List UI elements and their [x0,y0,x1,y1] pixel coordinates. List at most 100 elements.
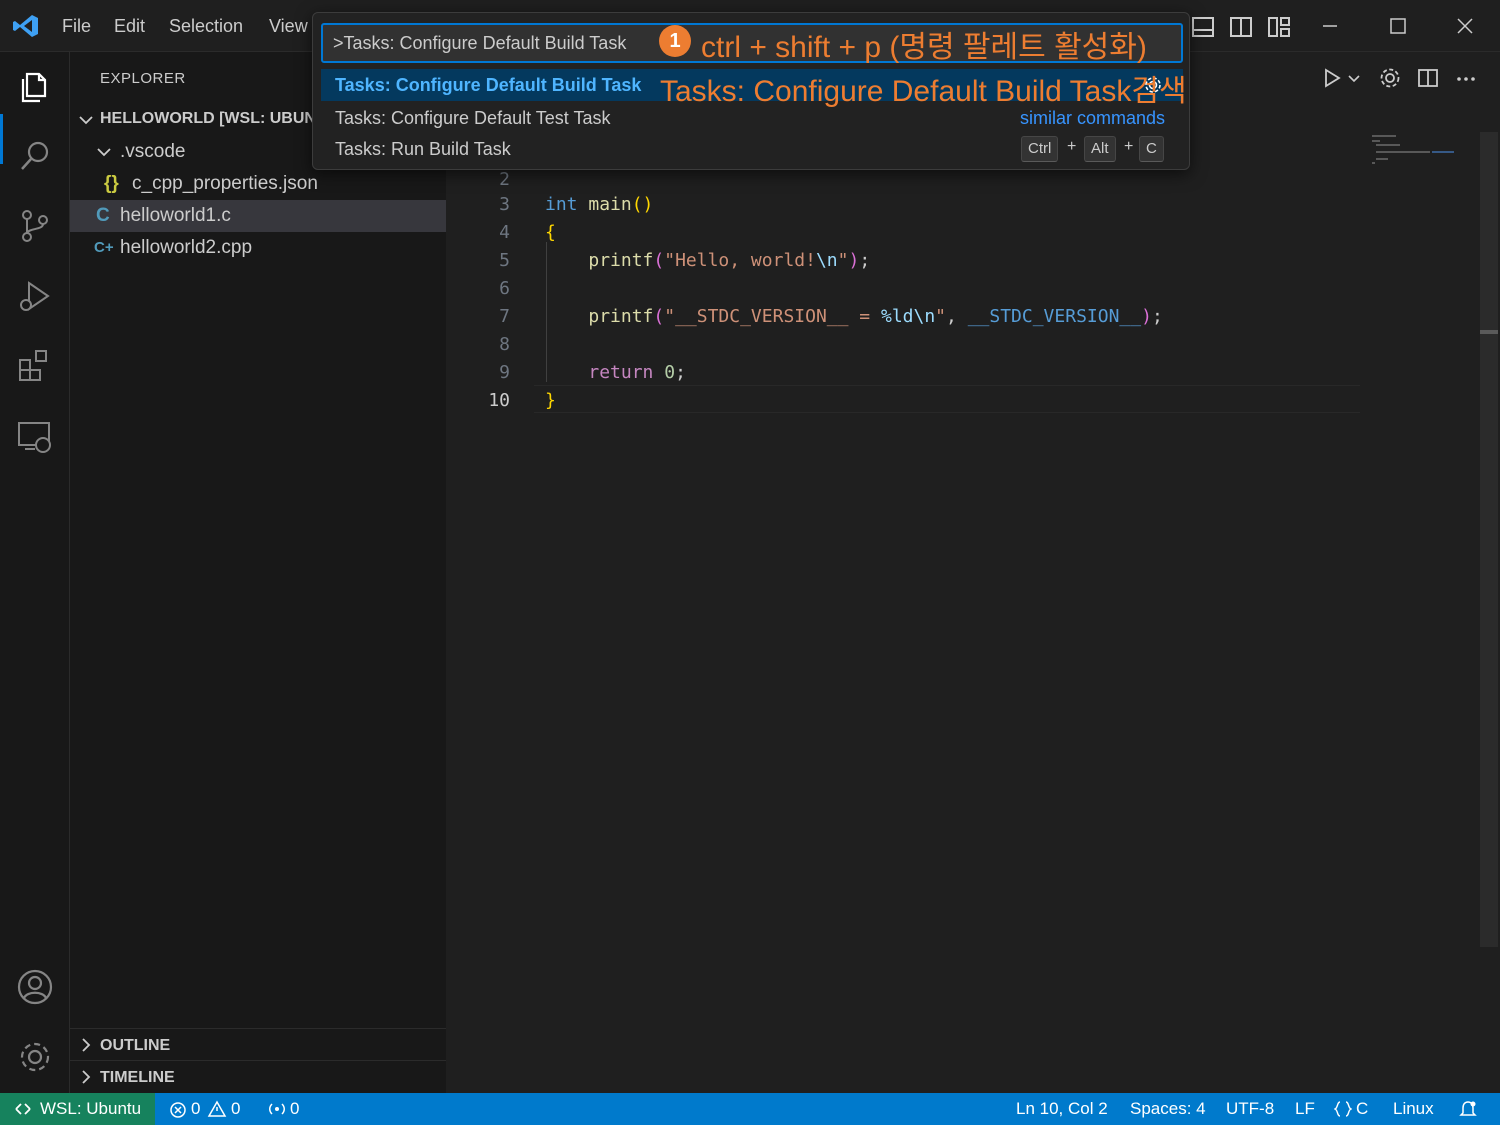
encoding[interactable]: UTF-8 [1226,1099,1274,1119]
palette-item-label: Tasks: Configure Default Test Task [335,108,611,128]
keybinding-plus: + [1067,138,1077,155]
code-line: 8 [446,331,1446,359]
keybinding-key: Alt [1084,136,1116,162]
indentation[interactable]: Spaces: 4 [1130,1099,1206,1119]
line-number: 3 [499,194,510,215]
remote-label: WSL: Ubuntu [40,1099,142,1118]
command-palette-input-text: >Tasks: Configure Default Build Task [333,33,627,53]
vscode-logo-icon [13,15,38,37]
menu-selection[interactable]: Selection [169,16,243,37]
end-of-line[interactable]: LF [1295,1099,1315,1119]
explorer-title: EXPLORER [100,70,186,87]
file-helloworld2-cpp[interactable]: C+ helloworld2.cpp [70,232,446,264]
error-icon [170,1102,186,1118]
minimize-icon[interactable] [1314,10,1346,42]
language-mode[interactable]: C [1334,1093,1374,1125]
manage-gear-icon[interactable] [15,1037,55,1077]
language-label: C [1356,1099,1369,1118]
line-number: 5 [499,250,510,271]
run-icon[interactable] [1320,66,1344,90]
explorer-sidebar: EXPLORER HELLOWORLD [WSL: UBUNTU] .vscod… [70,52,446,1093]
similar-commands-link[interactable]: similar commands [1020,108,1165,129]
remote-icon [15,1103,31,1115]
toggle-secondary-sidebar-icon[interactable] [1228,14,1254,40]
accounts-icon[interactable] [15,967,55,1007]
code-line: 2 [446,166,1446,194]
source-control-icon[interactable] [15,206,55,246]
broadcast-icon [269,1103,285,1115]
search-icon[interactable] [15,136,55,176]
chevron-down-icon [97,148,111,157]
customize-layout-icon[interactable] [1266,14,1292,40]
ports-indicator[interactable]: 0 [265,1093,305,1125]
remote-explorer-icon[interactable] [15,416,55,456]
warning-count: 0 [231,1099,241,1118]
outline-label: OUTLINE [100,1037,171,1054]
cpp-file-icon: C+ [94,239,114,256]
split-editor-icon[interactable] [1416,66,1440,90]
braces-icon [1334,1101,1352,1117]
status-bar: WSL: Ubuntu 0 0 0 Ln 10, Col 2 Spaces: 4… [0,1093,1500,1125]
annotation-step2: Tasks: Configure Default Build Task검색 [660,75,1187,108]
explorer-icon[interactable] [15,66,55,106]
file-c-cpp-properties[interactable]: {} c_cpp_properties.json [70,168,446,200]
timeline-label: TIMELINE [100,1069,175,1086]
chevron-down-icon[interactable] [1346,66,1362,90]
palette-item-label: Tasks: Run Build Task [335,139,511,159]
run-debug-icon[interactable] [15,276,55,316]
cursor-position[interactable]: Ln 10, Col 2 [1016,1099,1108,1119]
line-number: 10 [488,390,510,411]
problems-indicator[interactable]: 0 0 [167,1093,247,1125]
file-helloworld1-c[interactable]: C helloworld1.c [70,200,446,232]
menu-view[interactable]: View [269,16,308,37]
maximize-icon[interactable] [1382,10,1414,42]
code-line: 3 int main() [446,191,1446,219]
code-text: return 0; [588,362,686,383]
file-label: helloworld2.cpp [120,237,253,258]
palette-item-label: Tasks: Configure Default Build Task [335,75,642,95]
timeline-section[interactable]: TIMELINE [70,1060,446,1092]
extensions-icon[interactable] [15,346,55,386]
code-text: int main() [545,194,654,215]
keybinding-key: Ctrl [1021,136,1059,162]
activity-bar [0,52,70,1093]
remote-indicator[interactable]: WSL: Ubuntu [0,1093,155,1125]
chevron-down-icon [79,116,93,125]
line-number: 4 [499,222,510,243]
step-badge: 1 [659,25,691,57]
notifications-bell-icon[interactable] [1458,1099,1478,1119]
chevron-right-icon [82,1070,91,1084]
vertical-scrollbar[interactable] [1480,132,1498,947]
gear-icon[interactable] [1378,66,1402,90]
json-icon: {} [104,173,119,194]
scrollbar-thumb[interactable] [1480,330,1498,334]
code-line: 10 } [446,387,1446,415]
file-label: c_cpp_properties.json [132,173,318,194]
menu-edit[interactable]: Edit [114,16,145,37]
line-number: 7 [499,306,510,327]
code-text: printf("Hello, world!\n"); [588,250,871,271]
keybinding-plus: + [1124,138,1134,155]
workspace-root-label: HELLOWORLD [WSL: UBUNTU] [100,110,343,127]
minimap[interactable] [1370,132,1470,172]
file-label: helloworld1.c [120,205,231,226]
more-actions-icon[interactable] [1454,66,1478,90]
close-icon[interactable] [1449,10,1481,42]
active-view-indicator [0,114,3,164]
code-text: { [545,222,556,243]
menu-file[interactable]: File [62,16,91,37]
line-number: 6 [499,278,510,299]
c-file-icon: C [96,205,110,226]
annotation-step1: ctrl + shift + p (명령 팔레트 활성화) [701,31,1147,64]
code-line: 6 [446,275,1446,303]
palette-item-run-build[interactable]: Tasks: Run Build Task Ctrl + Alt + C [321,133,1183,165]
line-number: 9 [499,362,510,383]
toggle-panel-icon[interactable] [1190,14,1216,40]
code-line: 7 printf("__STDC_VERSION__ = %ld\n", __S… [446,303,1446,331]
code-line: 9 return 0; [446,359,1446,387]
line-number: 8 [499,334,510,355]
code-line: 5 printf("Hello, world!\n"); [446,247,1446,275]
editor-area[interactable]: 2 3 int main() 4 { 5 printf("Hello, worl… [446,52,1500,1093]
platform[interactable]: Linux [1393,1099,1434,1119]
outline-section[interactable]: OUTLINE [70,1028,446,1060]
